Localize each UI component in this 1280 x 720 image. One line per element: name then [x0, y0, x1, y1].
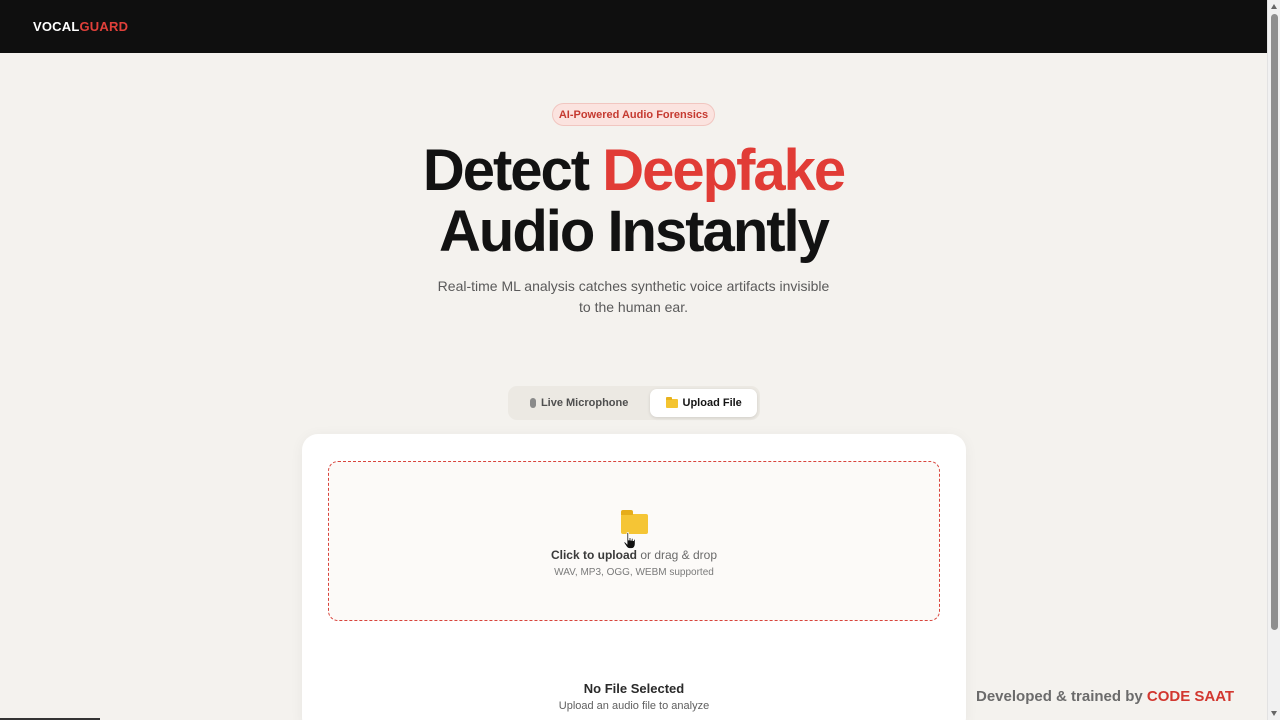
dropzone-instructions: Click to upload or drag & drop — [329, 548, 939, 562]
headline-line-2: Audio Instantly — [439, 199, 830, 264]
hero-headline: Detect Deepfake Audio Instantly — [0, 140, 1267, 262]
hero-badge: AI-Powered Audio Forensics — [552, 103, 715, 126]
folder-icon — [621, 510, 648, 534]
microphone-icon — [529, 398, 536, 408]
headline-word-detect: Detect — [422, 138, 590, 203]
upload-card: Click to upload or drag & drop WAV, MP3,… — [302, 434, 966, 720]
dropzone-cta-rest: or drag & drop — [636, 548, 718, 562]
credit-brand[interactable]: CODE SAAT — [1147, 688, 1234, 705]
file-dropzone[interactable]: Click to upload or drag & drop WAV, MP3,… — [328, 461, 940, 621]
hero-subtitle: Real-time ML analysis catches synthetic … — [0, 276, 1267, 318]
file-status-subtitle: Upload an audio file to analyze — [558, 700, 710, 712]
scrollbar-thumb[interactable] — [1271, 14, 1278, 630]
developer-credit: Developed & trained by CODE SAAT — [976, 688, 1234, 705]
tab-upload-file-label: Upload File — [682, 397, 742, 409]
input-mode-tabs: Live Microphone Upload File — [508, 386, 760, 420]
supported-formats: WAV, MP3, OGG, WEBM supported — [554, 567, 714, 578]
tab-live-microphone[interactable]: Live Microphone — [511, 389, 647, 417]
logo-part-vocal: VOCAL — [33, 19, 80, 34]
logo-part-guard: GUARD — [79, 19, 129, 34]
scroll-down-arrow-icon[interactable] — [1271, 711, 1277, 716]
scroll-up-arrow-icon[interactable] — [1271, 4, 1277, 9]
file-status-title: No File Selected — [583, 681, 685, 696]
dropzone-cta[interactable]: Click to upload — [551, 548, 637, 562]
tab-live-microphone-label: Live Microphone — [540, 397, 629, 409]
top-navbar: VOCALGUARD — [0, 0, 1267, 53]
headline-accent-deepfake: Deepfake — [602, 138, 846, 203]
folder-icon — [665, 396, 678, 408]
tab-upload-file[interactable]: Upload File — [650, 389, 757, 417]
page-scrollbar[interactable] — [1267, 0, 1280, 720]
subtitle-line-1: Real-time ML analysis catches synthetic … — [437, 278, 830, 294]
logo[interactable]: VOCALGUARD — [33, 19, 128, 34]
credit-prefix: Developed & trained by — [976, 688, 1147, 705]
subtitle-line-2: to the human ear. — [579, 299, 688, 315]
